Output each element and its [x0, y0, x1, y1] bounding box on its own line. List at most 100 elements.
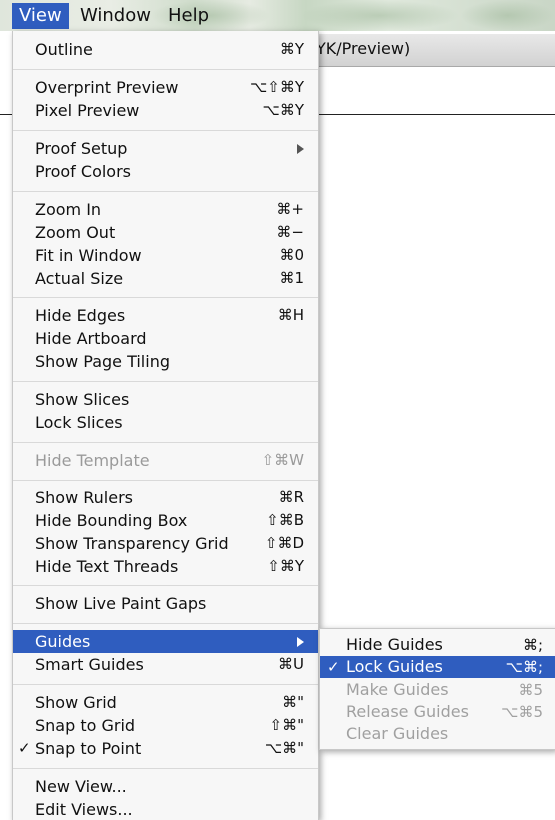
menu-item-pixel-preview[interactable]: Pixel Preview ⌥⌘Y	[13, 99, 318, 122]
menu-item-shortcut: ⇧⌘D	[264, 534, 304, 552]
menu-item-show-page-tiling[interactable]: Show Page Tiling	[13, 350, 318, 373]
menu-item-label: Edit Views...	[35, 800, 133, 819]
menu-item-label: Proof Colors	[35, 162, 131, 181]
menu-separator	[13, 585, 318, 586]
menu-item-label: Outline	[35, 40, 93, 59]
menu-item-show-grid[interactable]: Show Grid ⌘"	[13, 691, 318, 714]
submenu-item-lock-guides[interactable]: ✓ Lock Guides ⌥⌘;	[320, 656, 555, 678]
menu-item-label: Show Page Tiling	[35, 352, 170, 371]
menu-separator	[13, 297, 318, 298]
menu-item-shortcut: ⌥⇧⌘Y	[249, 78, 304, 96]
menu-item-actual-size[interactable]: Actual Size ⌘1	[13, 267, 318, 290]
menu-item-show-transparency-grid[interactable]: Show Transparency Grid ⇧⌘D	[13, 532, 318, 555]
menu-item-label: Overprint Preview	[35, 78, 179, 97]
menu-separator	[13, 381, 318, 382]
document-divider-left	[0, 114, 12, 115]
menubar-help[interactable]: Help	[168, 3, 209, 29]
menu-item-label: Actual Size	[35, 269, 124, 288]
menu-item-shortcut: ⇧⌘"	[269, 716, 304, 734]
menu-item-label: Snap to Point	[35, 739, 142, 758]
menu-item-shortcut: ⌘−	[276, 223, 304, 241]
menu-item-label: Hide Text Threads	[35, 557, 179, 576]
menu-item-hide-bounding-box[interactable]: Hide Bounding Box ⇧⌘B	[13, 509, 318, 532]
menu-item-shortcut: ⌥⌘Y	[262, 101, 304, 119]
view-menu: Outline ⌘Y Overprint Preview ⌥⇧⌘Y Pixel …	[12, 31, 319, 820]
menu-item-edit-views[interactable]: Edit Views...	[13, 798, 318, 820]
menu-item-new-view[interactable]: New View...	[13, 775, 318, 798]
menu-item-shortcut: ⌘0	[279, 246, 304, 264]
menu-item-label: Show Grid	[35, 693, 117, 712]
menu-item-shortcut: ⌥⌘"	[264, 739, 304, 757]
menu-item-label: Show Slices	[35, 390, 130, 409]
menu-item-hide-edges[interactable]: Hide Edges ⌘H	[13, 304, 318, 327]
menu-item-proof-setup[interactable]: Proof Setup	[13, 137, 318, 160]
menu-item-overprint-preview[interactable]: Overprint Preview ⌥⇧⌘Y	[13, 76, 318, 99]
menu-item-label: Zoom In	[35, 200, 102, 219]
menu-item-shortcut: ⌘1	[279, 269, 304, 287]
submenu-arrow-icon	[297, 637, 304, 647]
checkmark-icon: ✓	[18, 739, 31, 757]
menu-item-hide-artboard[interactable]: Hide Artboard	[13, 327, 318, 350]
menu-item-shortcut: ⌘;	[522, 636, 543, 654]
menu-item-label: Show Transparency Grid	[35, 534, 229, 553]
menu-item-zoom-in[interactable]: Zoom In ⌘+	[13, 198, 318, 221]
menu-item-smart-guides[interactable]: Smart Guides ⌘U	[13, 653, 318, 676]
background-blur	[300, 0, 460, 31]
menu-item-shortcut: ⇧⌘W	[261, 451, 304, 469]
menu-item-guides[interactable]: Guides	[13, 630, 318, 653]
menu-separator	[13, 480, 318, 481]
menu-separator	[13, 191, 318, 192]
menu-separator	[13, 69, 318, 70]
menu-item-lock-slices[interactable]: Lock Slices	[13, 411, 318, 434]
submenu-item-release-guides: Release Guides ⌥⌘5	[320, 701, 555, 723]
menubar: View Window Help	[0, 0, 555, 31]
document-divider	[316, 114, 555, 115]
menu-item-outline[interactable]: Outline ⌘Y	[13, 38, 318, 61]
document-title: YK/Preview)	[316, 34, 555, 67]
menu-item-label: Lock Guides	[346, 657, 443, 676]
menu-item-label: Hide Bounding Box	[35, 511, 188, 530]
menu-separator	[13, 684, 318, 685]
submenu-item-clear-guides: Clear Guides	[320, 723, 555, 745]
menu-item-shortcut: ⌘R	[278, 488, 304, 506]
menu-item-label: Hide Template	[35, 451, 150, 470]
menu-item-shortcut: ⌥⌘5	[501, 703, 543, 721]
menu-item-shortcut: ⌘H	[277, 306, 304, 324]
menu-item-label: Show Rulers	[35, 488, 133, 507]
menu-item-label: Smart Guides	[35, 655, 144, 674]
menu-separator	[13, 768, 318, 769]
menu-item-snap-to-point[interactable]: ✓ Snap to Point ⌥⌘"	[13, 737, 318, 760]
menu-item-show-rulers[interactable]: Show Rulers ⌘R	[13, 486, 318, 509]
background-blur	[460, 0, 555, 31]
menu-separator	[13, 130, 318, 131]
menu-item-shortcut: ⇧⌘B	[266, 511, 304, 529]
menu-item-hide-text-threads[interactable]: Hide Text Threads ⇧⌘Y	[13, 555, 318, 578]
menu-item-proof-colors[interactable]: Proof Colors	[13, 160, 318, 183]
menu-item-label: Hide Artboard	[35, 329, 147, 348]
menu-item-label: Fit in Window	[35, 246, 142, 265]
menu-item-shortcut: ⌘"	[282, 693, 304, 711]
menu-item-label: New View...	[35, 777, 127, 796]
menubar-window[interactable]: Window	[80, 3, 151, 29]
menu-item-label: Guides	[35, 632, 91, 651]
menubar-view[interactable]: View	[12, 3, 69, 29]
menu-item-zoom-out[interactable]: Zoom Out ⌘−	[13, 221, 318, 244]
menu-item-fit-in-window[interactable]: Fit in Window ⌘0	[13, 244, 318, 267]
menu-item-hide-template: Hide Template ⇧⌘W	[13, 449, 318, 472]
submenu-item-make-guides: Make Guides ⌘5	[320, 679, 555, 701]
menu-item-shortcut: ⌘+	[276, 200, 304, 218]
menu-item-show-slices[interactable]: Show Slices	[13, 388, 318, 411]
menu-separator	[13, 442, 318, 443]
menu-item-label: Pixel Preview	[35, 101, 140, 120]
submenu-item-hide-guides[interactable]: Hide Guides ⌘;	[320, 634, 555, 656]
menu-separator	[13, 623, 318, 624]
menu-item-label: Proof Setup	[35, 139, 128, 158]
menu-item-shortcut: ⌘U	[278, 655, 304, 673]
menu-item-label: Snap to Grid	[35, 716, 136, 735]
menu-item-snap-to-grid[interactable]: Snap to Grid ⇧⌘"	[13, 714, 318, 737]
submenu-arrow-icon	[297, 144, 304, 154]
menu-item-shortcut: ⌘5	[518, 681, 543, 699]
menu-item-show-live-paint-gaps[interactable]: Show Live Paint Gaps	[13, 592, 318, 615]
menu-item-shortcut: ⌥⌘;	[505, 658, 543, 676]
menu-item-shortcut: ⌘Y	[279, 40, 304, 58]
